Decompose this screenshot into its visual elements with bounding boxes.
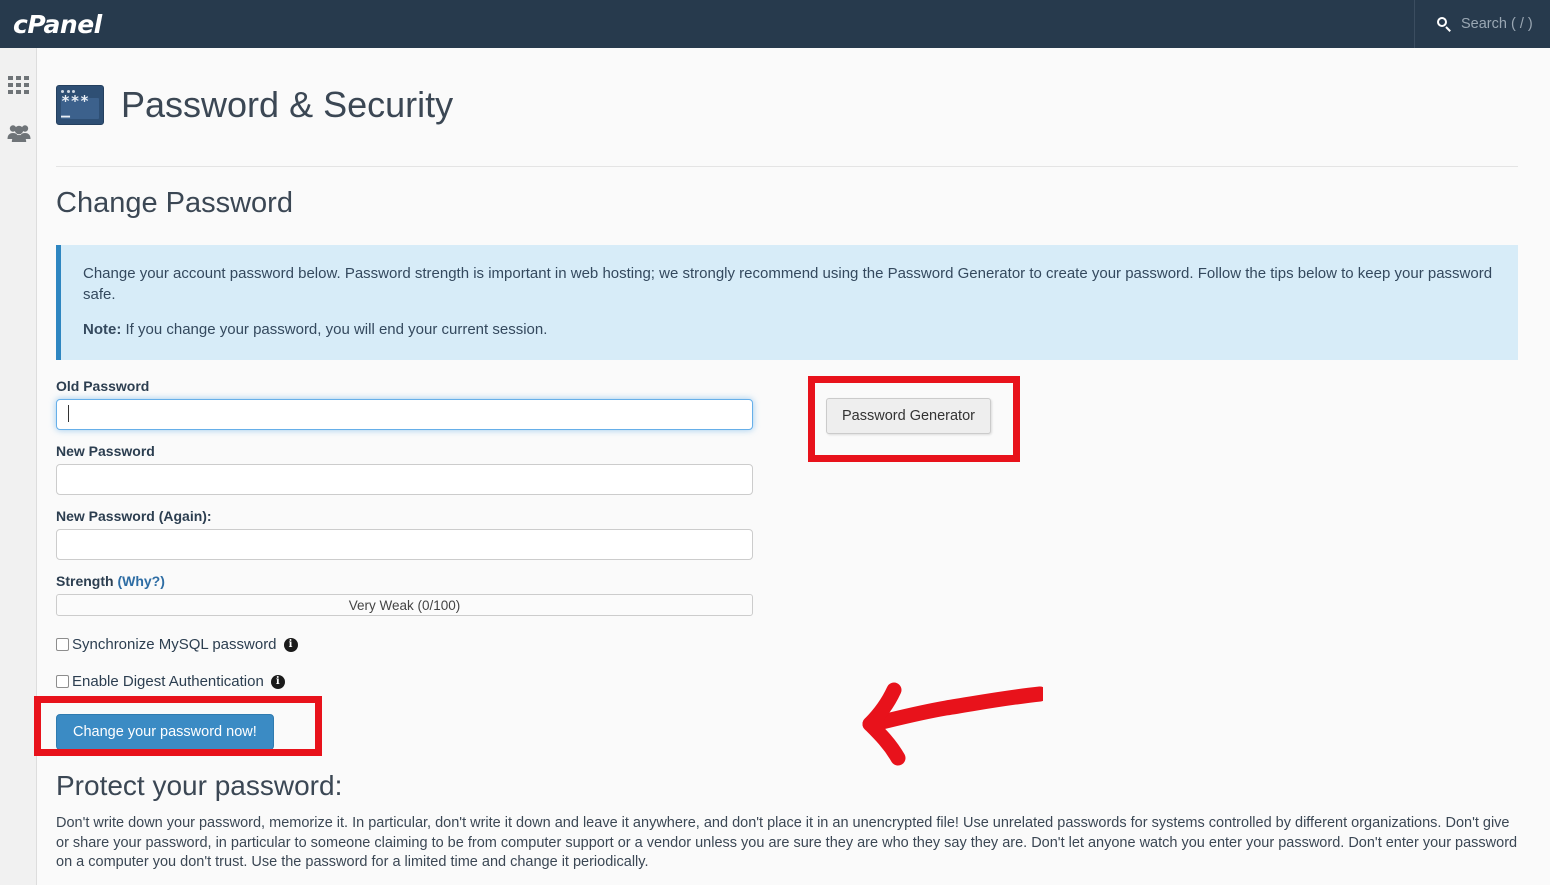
strength-label: Strength (Why?) [56,573,1550,589]
old-password-field-block: Old Password [56,378,1550,431]
digest-authentication-row[interactable]: Enable Digest Authentication i [56,673,1550,690]
search-icon[interactable] [1437,16,1452,32]
new-password-again-field-block: New Password (Again): [56,508,1550,561]
page-title: Password & Security [121,84,454,126]
main-content: ***— Password & Security Change Password… [34,48,1550,885]
old-password-label: Old Password [56,378,150,395]
strength-field-block: Strength (Why?) Very Weak (0/100) [56,573,1550,617]
new-password-again-input[interactable] [56,529,753,561]
header-search[interactable]: Search ( / ) [1414,0,1550,48]
digest-authentication-label: Enable Digest Authentication [72,673,264,691]
new-password-input[interactable] [56,464,753,496]
banner-note-label: Note: [83,321,122,339]
banner-note: Note: If you change your password, you w… [83,319,1496,340]
change-password-form: Old Password New Password New Password (… [34,376,1550,766]
sidebar-item-user-manager[interactable] [0,108,37,155]
title-divider [56,166,1518,168]
left-sidebar [0,48,37,885]
password-security-icon-glyph: ***— [61,93,99,123]
search-input[interactable]: Search ( / ) [1461,16,1533,32]
password-generator-group: Password Generator [808,376,1020,463]
submit-group: Change your password now! [34,696,322,757]
password-strength-bar: Very Weak (0/100) [56,594,753,617]
cpanel-logo[interactable]: cPanel [13,10,102,39]
text-caret [68,405,69,423]
protect-password-text: Don't write down your password, memorize… [56,815,1518,871]
new-password-field-block: New Password [56,443,1550,496]
sidebar-item-home[interactable] [0,61,37,108]
sync-mysql-password-checkbox[interactable] [56,638,69,652]
strength-why-link[interactable]: (Why?) [117,573,164,589]
users-icon [7,124,30,142]
password-strength-text: Very Weak (0/100) [348,597,461,613]
section-title: Change Password [56,187,293,220]
info-icon[interactable]: i [283,637,298,652]
page-header: ***— Password & Security [38,48,1550,147]
new-password-again-label: New Password (Again): [56,508,212,525]
new-password-label: New Password [56,443,155,460]
info-banner: Change your account password below. Pass… [56,245,1518,361]
banner-note-text: If you change your password, you will en… [125,321,548,339]
sync-mysql-password-row[interactable]: Synchronize MySQL password i [56,636,1550,653]
protect-password-title: Protect your password: [56,770,343,802]
top-header-bar: cPanel Search ( / ) [0,0,1550,48]
password-security-icon: ***— [56,85,104,126]
banner-paragraph: Change your account password below. Pass… [83,265,1493,304]
digest-authentication-checkbox[interactable] [56,675,69,689]
old-password-input[interactable] [56,399,753,431]
sync-mysql-password-label: Synchronize MySQL password [72,636,277,654]
grid-icon [8,76,29,94]
password-generator-button[interactable]: Password Generator [826,398,991,435]
info-icon[interactable]: i [270,674,285,689]
change-password-submit-button[interactable]: Change your password now! [56,714,274,751]
strength-label-text: Strength [56,573,118,590]
